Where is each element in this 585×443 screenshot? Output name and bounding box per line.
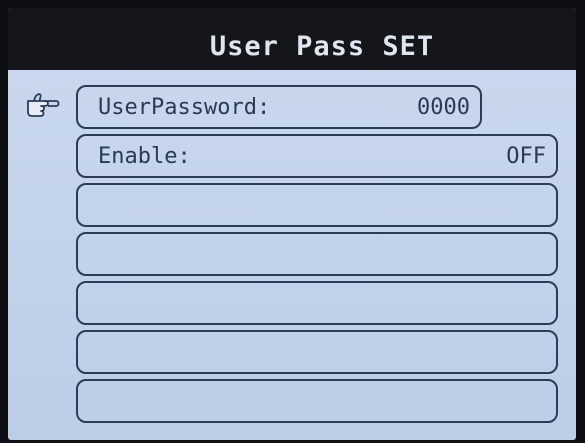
menu-item-empty[interactable] [76, 330, 558, 374]
menu-item-empty[interactable] [76, 183, 558, 227]
menu-item-value: OFF [506, 143, 546, 169]
menu-item-label: Enable: [98, 143, 191, 169]
menu-item-label: UserPassword: [98, 94, 271, 120]
title-bar: User Pass SET [8, 8, 576, 70]
menu-item-enable[interactable]: Enable: OFF [76, 134, 558, 178]
page-title: User Pass SET [209, 30, 435, 62]
menu-item-empty[interactable] [76, 232, 558, 276]
menu-item-empty[interactable] [76, 379, 558, 423]
menu-item-empty[interactable] [76, 281, 558, 325]
lcd-screen: User Pass SET UserPassword: 0000 Enable:… [8, 8, 576, 440]
pointing-hand-icon [27, 93, 60, 117]
menu-item-user-password[interactable]: UserPassword: 0000 [76, 85, 482, 129]
menu-item-value: 0000 [417, 94, 470, 120]
